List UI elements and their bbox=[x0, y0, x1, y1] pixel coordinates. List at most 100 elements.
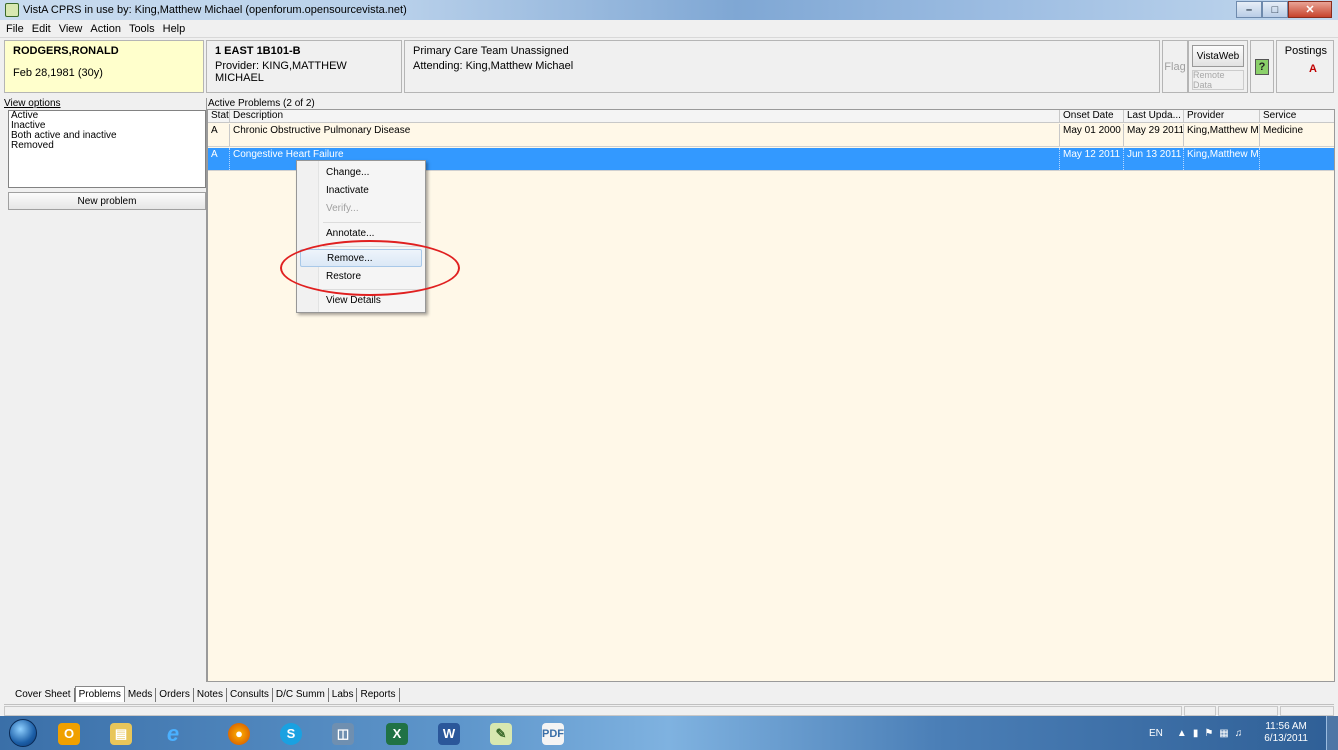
system-tray: EN ▲▮⚑▦♫ 11:56 AM 6/13/2011 bbox=[1108, 716, 1338, 750]
minimize-icon[interactable]: – bbox=[1236, 1, 1262, 18]
window-controls: – □ ✕ bbox=[1236, 1, 1332, 18]
excel-icon[interactable]: X bbox=[376, 720, 418, 747]
title-bar[interactable]: VistA CPRS in use by: King,Matthew Micha… bbox=[0, 0, 1338, 20]
menu-item-view-details[interactable]: View Details bbox=[321, 292, 381, 310]
chart-tabs: Cover Sheet Problems Meds Orders Notes C… bbox=[12, 686, 400, 702]
menu-bar: File Edit View Action Tools Help bbox=[0, 20, 1338, 38]
team-box[interactable]: Primary Care Team Unassigned Attending: … bbox=[404, 40, 1160, 93]
app-icon bbox=[5, 3, 19, 17]
tab-notes[interactable]: Notes bbox=[194, 688, 227, 702]
menu-separator bbox=[323, 289, 421, 290]
row-description: Chronic Obstructive Pulmonary Disease bbox=[230, 124, 1060, 146]
menu-help[interactable]: Help bbox=[163, 23, 186, 35]
window-title: VistA CPRS in use by: King,Matthew Micha… bbox=[23, 4, 407, 16]
menu-item-restore[interactable]: Restore bbox=[321, 268, 361, 286]
word-icon[interactable]: W bbox=[428, 720, 470, 747]
maximize-icon[interactable]: □ bbox=[1262, 1, 1288, 18]
status-bar bbox=[4, 704, 1334, 716]
menu-edit[interactable]: Edit bbox=[32, 23, 51, 35]
start-button-icon[interactable] bbox=[9, 719, 37, 747]
pdf-icon[interactable]: PDF bbox=[532, 720, 574, 747]
view-options-list[interactable]: Active Inactive Both active and inactive… bbox=[8, 110, 206, 188]
col-last-updated[interactable]: Last Upda... bbox=[1124, 110, 1184, 122]
outlook-icon[interactable]: O bbox=[48, 720, 90, 747]
cprs-icon[interactable]: ✎ bbox=[480, 720, 522, 747]
close-icon[interactable]: ✕ bbox=[1288, 1, 1332, 18]
clock-date: 6/13/2011 bbox=[1264, 733, 1308, 744]
tab-reports[interactable]: Reports bbox=[357, 688, 400, 702]
vistaweb-box: VistaWeb Remote Data bbox=[1188, 40, 1248, 93]
new-problem-button[interactable]: New problem bbox=[8, 192, 206, 210]
attending: Attending: King,Matthew Michael bbox=[413, 60, 574, 72]
menu-view[interactable]: View bbox=[59, 23, 83, 35]
menu-item-verify: Verify... bbox=[326, 203, 359, 214]
menu-separator bbox=[323, 222, 421, 223]
menu-item-change[interactable]: Change... bbox=[321, 164, 369, 182]
status-panel bbox=[1280, 706, 1334, 716]
clock[interactable]: 11:56 AM 6/13/2011 bbox=[1264, 721, 1308, 745]
status-panel bbox=[1184, 706, 1216, 716]
row-provider: King,Matthew Mich bbox=[1184, 124, 1260, 146]
menu-item-inactivate[interactable]: Inactivate bbox=[321, 182, 369, 200]
remote-data-button[interactable]: Remote Data bbox=[1192, 70, 1244, 90]
row-status: A bbox=[208, 148, 230, 170]
tab-meds[interactable]: Meds bbox=[125, 688, 157, 702]
postings-label: Postings bbox=[1284, 45, 1327, 57]
row-onset: May 12 2011 bbox=[1060, 148, 1124, 170]
menu-action[interactable]: Action bbox=[90, 23, 121, 35]
vistaweb-button[interactable]: VistaWeb bbox=[1192, 45, 1244, 67]
col-description[interactable]: Description bbox=[230, 110, 1060, 122]
row-last-updated: Jun 13 2011 bbox=[1124, 148, 1184, 170]
patient-header: RODGERS,RONALD Feb 28,1981 (30y) 1 EAST … bbox=[0, 38, 1338, 95]
primary-care-team: Primary Care Team Unassigned bbox=[413, 45, 569, 57]
status-panel bbox=[1218, 706, 1278, 716]
status-panel bbox=[4, 706, 1182, 716]
menu-tools[interactable]: Tools bbox=[129, 23, 155, 35]
patient-dob: Feb 28,1981 (30y) bbox=[13, 67, 103, 79]
menu-icon-strip bbox=[297, 161, 319, 312]
tab-problems[interactable]: Problems bbox=[74, 686, 125, 702]
postings-indicator: A bbox=[1309, 63, 1317, 75]
problems-caption: Active Problems (2 of 2) bbox=[208, 98, 315, 109]
view-option-removed[interactable]: Removed bbox=[9, 141, 205, 151]
clock-time: 11:56 AM bbox=[1265, 721, 1307, 732]
view-options-caption: View options bbox=[4, 98, 61, 109]
tray-icons[interactable]: ▲▮⚑▦♫ bbox=[1177, 728, 1248, 739]
network-icon[interactable]: ◫ bbox=[322, 720, 364, 747]
row-provider: King,Matthew Mich bbox=[1184, 148, 1260, 170]
location-box[interactable]: 1 EAST 1B101-B Provider: KING,MATTHEW MI… bbox=[206, 40, 402, 93]
menu-item-remove[interactable]: Remove... bbox=[300, 249, 422, 267]
tab-labs[interactable]: Labs bbox=[329, 688, 358, 702]
patient-provider: Provider: KING,MATTHEW MICHAEL bbox=[215, 60, 347, 84]
context-menu: Change... Inactivate Verify... Annotate.… bbox=[296, 160, 426, 313]
menu-file[interactable]: File bbox=[6, 23, 24, 35]
skype-icon[interactable]: S bbox=[270, 720, 312, 747]
taskbar: O ▤ e ● S ◫ X W ✎ PDF EN ▲▮⚑▦♫ 11:56 AM … bbox=[0, 716, 1338, 750]
row-service bbox=[1260, 148, 1334, 170]
patient-info-box[interactable]: RODGERS,RONALD Feb 28,1981 (30y) bbox=[4, 40, 204, 93]
language-indicator[interactable]: EN bbox=[1149, 728, 1163, 739]
view-options-panel: View options Active Inactive Both active… bbox=[4, 98, 206, 682]
table-row[interactable]: A Chronic Obstructive Pulmonary Disease … bbox=[208, 124, 1334, 147]
col-provider[interactable]: Provider bbox=[1184, 110, 1260, 122]
tab-cover-sheet[interactable]: Cover Sheet bbox=[12, 688, 75, 702]
firefox-icon[interactable]: ● bbox=[218, 720, 260, 747]
help-icon[interactable]: ? bbox=[1255, 58, 1269, 75]
grid-header: Stat... Description Onset Date Last Upda… bbox=[208, 110, 1334, 123]
tab-consults[interactable]: Consults bbox=[227, 688, 273, 702]
internet-explorer-icon[interactable]: e bbox=[152, 720, 194, 747]
explorer-icon[interactable]: ▤ bbox=[100, 720, 142, 747]
row-status: A bbox=[208, 124, 230, 146]
tab-orders[interactable]: Orders bbox=[156, 688, 194, 702]
flag-button[interactable]: Flag bbox=[1162, 40, 1188, 93]
col-onset[interactable]: Onset Date bbox=[1060, 110, 1124, 122]
patient-location: 1 EAST 1B101-B bbox=[215, 45, 301, 57]
show-desktop-button[interactable] bbox=[1326, 716, 1338, 750]
col-status[interactable]: Stat... bbox=[208, 110, 230, 122]
postings-box[interactable]: Postings A bbox=[1276, 40, 1334, 93]
col-service[interactable]: Service bbox=[1260, 110, 1334, 122]
patient-name: RODGERS,RONALD bbox=[13, 45, 119, 57]
tab-dc-summ[interactable]: D/C Summ bbox=[273, 688, 329, 702]
menu-item-annotate[interactable]: Annotate... bbox=[321, 225, 374, 243]
menu-separator bbox=[323, 246, 421, 247]
